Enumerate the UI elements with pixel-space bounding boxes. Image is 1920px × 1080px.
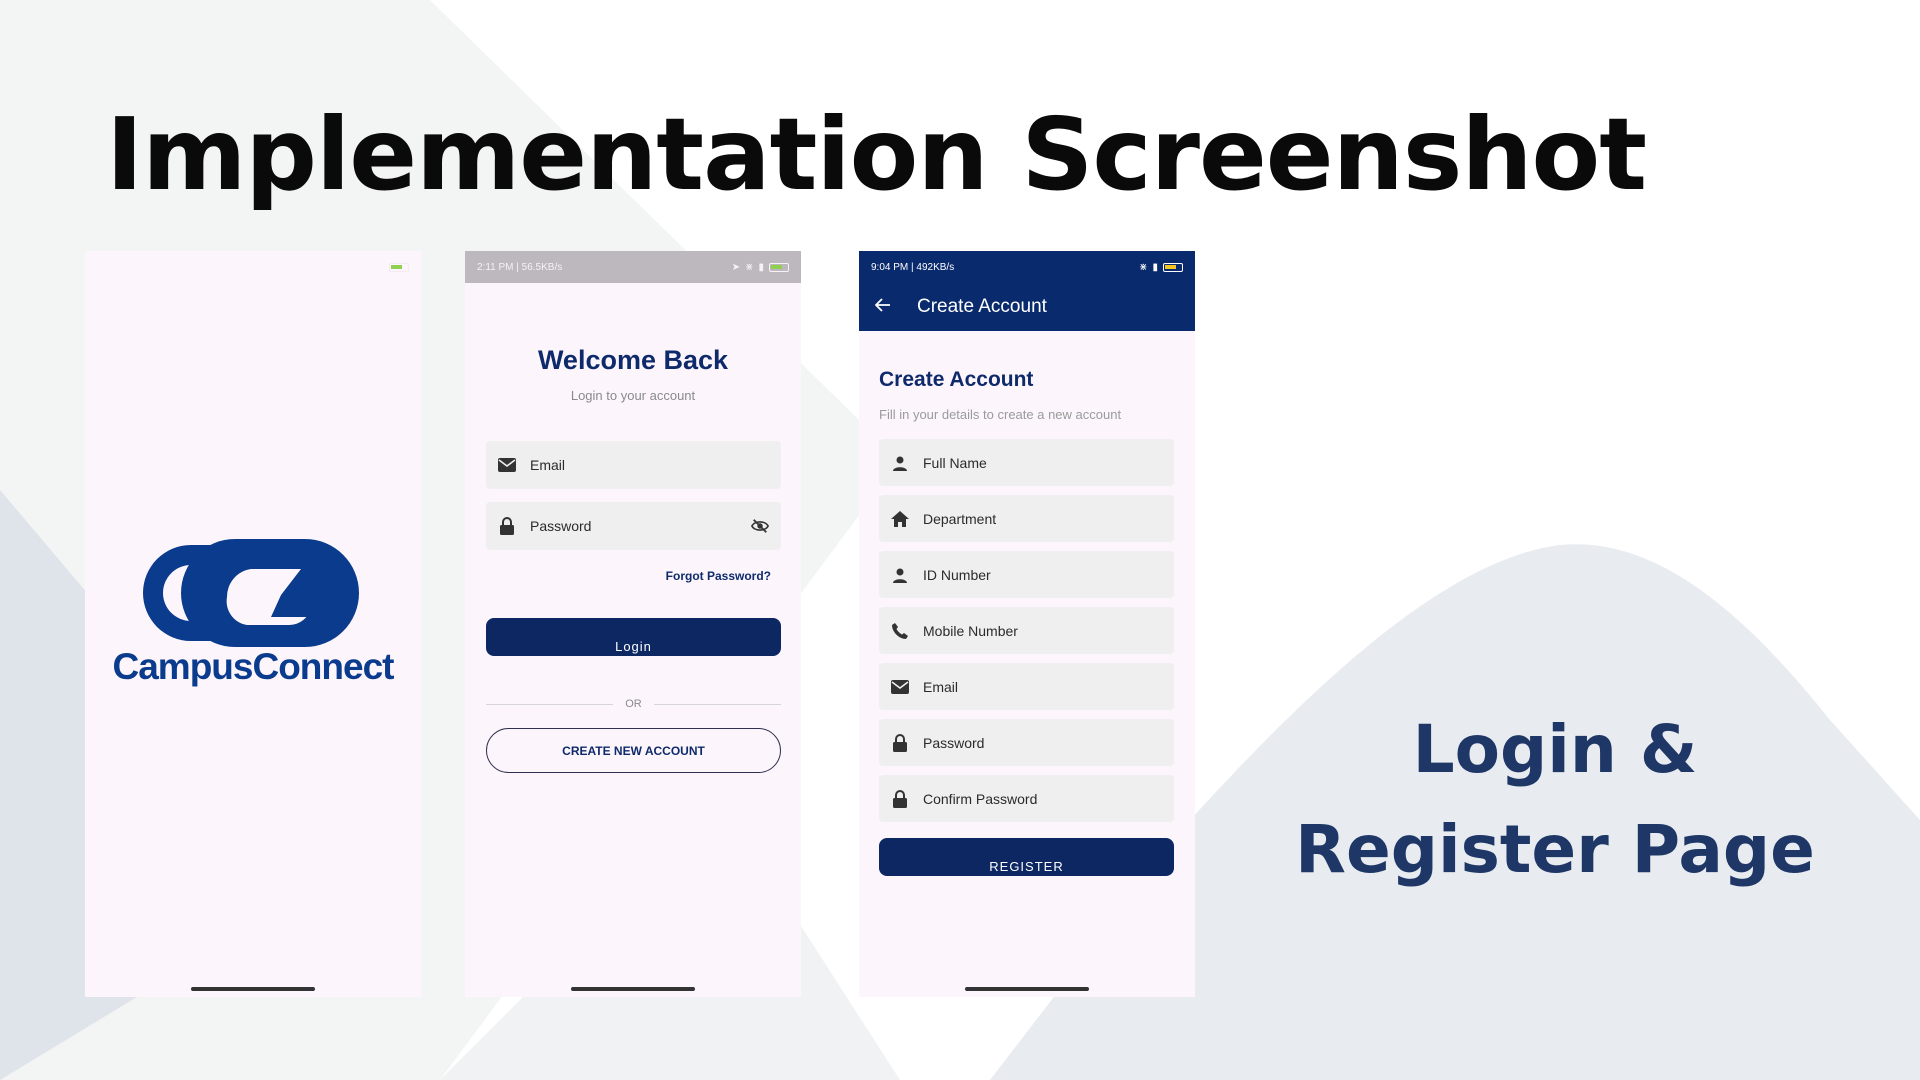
visibility-off-icon[interactable] xyxy=(751,517,769,535)
appbar-title: Create Account xyxy=(917,296,1047,317)
status-bar: 9:04 PM | 492KB/s ⋇ ▮ xyxy=(859,251,1195,283)
field-label: Password xyxy=(923,734,985,751)
signal-icon: ▮ xyxy=(758,261,764,273)
forgot-password-link[interactable]: Forgot Password? xyxy=(666,569,771,583)
email-field[interactable]: Email xyxy=(879,663,1174,710)
status-time: 9:04 PM | 492KB/s xyxy=(871,261,955,273)
battery-icon xyxy=(389,262,409,272)
field-label: Department xyxy=(923,510,997,527)
field-label: Email xyxy=(923,678,959,695)
status-time xyxy=(97,262,100,273)
brand-name: CampusConnect xyxy=(112,646,395,687)
login-button[interactable]: Login xyxy=(486,618,781,656)
divider-line xyxy=(653,703,781,705)
status-bar: 2:11 PM | 56.5KB/s ➤ ⋇ ▮ xyxy=(465,251,801,283)
field-label: Mobile Number xyxy=(923,622,1018,639)
lock-icon xyxy=(891,789,909,808)
location-icon: ➤ xyxy=(731,261,741,273)
side-caption: Login & Register Page xyxy=(1295,711,1815,888)
or-label: OR xyxy=(625,698,642,710)
register-title: Create Account xyxy=(879,368,1034,391)
phone-icon xyxy=(891,622,909,640)
mail-icon xyxy=(891,678,909,696)
register-screen: 9:04 PM | 492KB/s ⋇ ▮ Create Account Cre… xyxy=(859,251,1195,997)
home-indicator[interactable] xyxy=(191,987,315,991)
welcome-subtitle: Login to your account xyxy=(570,388,696,403)
home-icon xyxy=(891,510,909,528)
back-arrow-icon[interactable] xyxy=(874,296,891,318)
email-field[interactable]: Email xyxy=(486,441,781,489)
login-screen: 2:11 PM | 56.5KB/s ➤ ⋇ ▮ Welcome Back Lo… xyxy=(465,251,801,997)
mail-icon xyxy=(498,456,516,474)
status-icons: ⋇ ▮ xyxy=(1139,262,1183,273)
status-icons xyxy=(389,262,409,272)
signal-icon: ▮ xyxy=(1152,261,1158,273)
home-indicator[interactable] xyxy=(965,987,1089,991)
or-divider: OR xyxy=(486,694,781,714)
status-bar xyxy=(85,251,421,283)
mobile-number-field[interactable]: Mobile Number xyxy=(879,607,1174,654)
status-icons: ➤ ⋇ ▮ xyxy=(732,262,789,273)
id-number-field[interactable]: ID Number xyxy=(879,551,1174,598)
bluetooth-icon: ⋇ xyxy=(1139,261,1148,273)
field-label: ID Number xyxy=(923,566,991,583)
welcome-title: Welcome Back xyxy=(537,345,729,375)
status-time: 2:11 PM | 56.5KB/s xyxy=(477,261,563,273)
field-label: Full Name xyxy=(923,454,987,471)
bluetooth-icon: ⋇ xyxy=(745,261,754,273)
battery-icon xyxy=(769,262,789,272)
confirm-password-field[interactable]: Confirm Password xyxy=(879,775,1174,822)
divider-line xyxy=(486,703,614,705)
lock-icon xyxy=(498,517,516,535)
create-account-button[interactable]: CREATE NEW ACCOUNT xyxy=(486,728,781,773)
lock-icon xyxy=(891,733,909,752)
person-icon xyxy=(891,566,909,584)
slide-title: Implementation Screenshot xyxy=(106,96,1647,213)
email-placeholder: Email xyxy=(530,457,566,473)
full-name-field[interactable]: Full Name xyxy=(879,439,1174,486)
register-subtitle: Fill in your details to create a new acc… xyxy=(879,407,1122,422)
password-field[interactable]: Password xyxy=(879,719,1174,766)
home-indicator[interactable] xyxy=(571,987,695,991)
password-placeholder: Password xyxy=(530,518,592,534)
person-icon xyxy=(891,454,909,472)
app-bar: Create Account xyxy=(859,283,1195,331)
splash-screen: CampusConnect xyxy=(85,251,421,997)
password-field[interactable]: Password xyxy=(486,502,781,550)
department-field[interactable]: Department xyxy=(879,495,1174,542)
register-button[interactable]: REGISTER xyxy=(879,838,1174,876)
battery-icon xyxy=(1163,262,1183,272)
field-label: Confirm Password xyxy=(923,790,1038,807)
